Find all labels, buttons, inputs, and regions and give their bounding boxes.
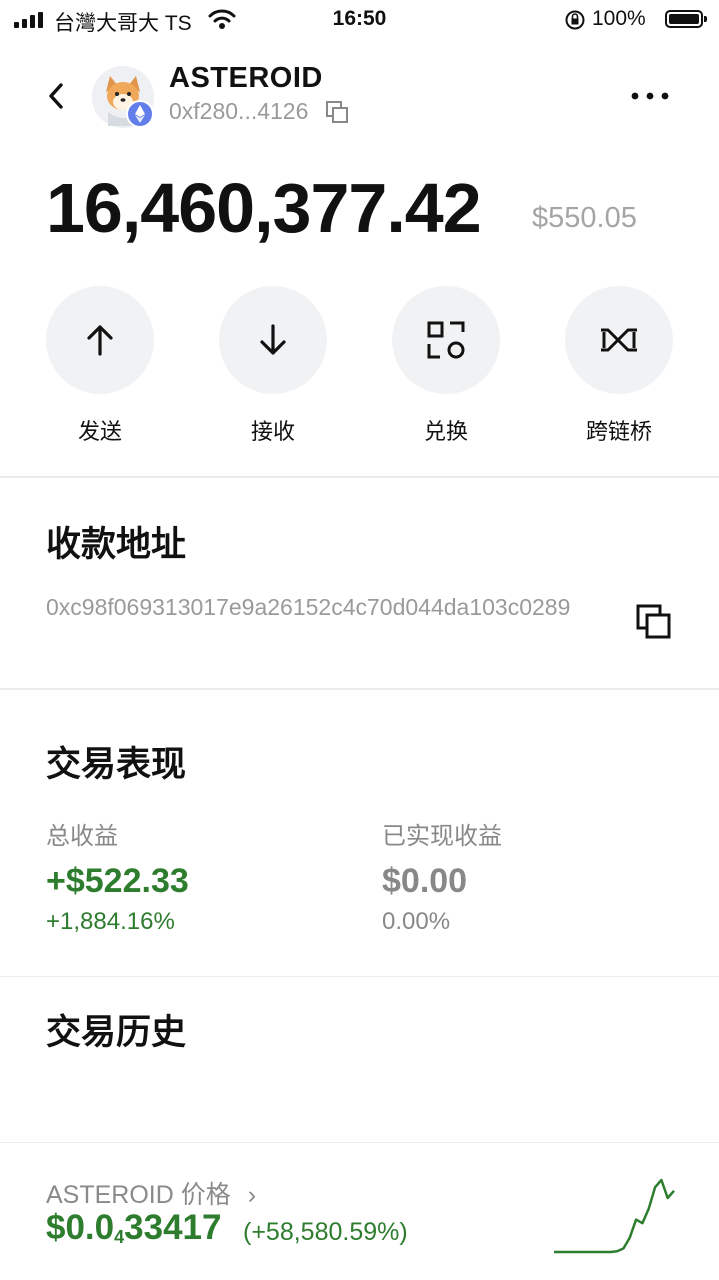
price-zero-count: 4 bbox=[114, 1227, 125, 1247]
chevron-right-icon: › bbox=[247, 1181, 257, 1209]
send-label: 发送 bbox=[77, 419, 122, 444]
price-digits: 33417 bbox=[124, 1208, 222, 1247]
arrow-up-icon bbox=[87, 325, 113, 356]
divider bbox=[0, 688, 719, 690]
balance-usd-value: $550.05 bbox=[532, 202, 637, 234]
receive-label: 接收 bbox=[250, 419, 295, 444]
receive-address-title: 收款地址 bbox=[46, 525, 187, 564]
price-prefix: $0.0 bbox=[46, 1208, 115, 1247]
divider bbox=[0, 976, 719, 977]
divider bbox=[0, 1142, 719, 1143]
token-balance: 16,460,377.42 bbox=[46, 169, 482, 247]
arrow-down-icon bbox=[260, 324, 286, 355]
chevron-left-icon[interactable] bbox=[44, 80, 70, 112]
bridge-label: 跨链桥 bbox=[585, 419, 652, 444]
bridge-icon bbox=[601, 328, 637, 352]
price-sparkline[interactable] bbox=[552, 1176, 678, 1256]
orientation-lock-icon bbox=[565, 10, 585, 30]
total-pnl-percent: +1,884.16% bbox=[46, 908, 175, 935]
price-label: ASTEROID 价格 bbox=[46, 1181, 231, 1209]
ethereum-chain-badge bbox=[126, 100, 154, 128]
send-button[interactable]: 发送 bbox=[46, 286, 154, 446]
more-horizontal-icon[interactable] bbox=[630, 82, 670, 110]
copy-address-icon[interactable] bbox=[636, 604, 672, 640]
receive-button[interactable]: 接收 bbox=[219, 286, 327, 446]
realized-pnl-percent: 0.00% bbox=[382, 908, 451, 935]
ethereum-icon bbox=[135, 105, 145, 123]
token-address: 0xf280...4126 bbox=[169, 98, 309, 124]
total-pnl-value: +$522.33 bbox=[46, 862, 189, 900]
realized-pnl-value: $0.00 bbox=[382, 862, 468, 900]
price-link[interactable]: ASTEROID 价格 › bbox=[46, 1175, 256, 1211]
total-pnl-label: 总收益 bbox=[46, 823, 118, 850]
swap-label: 兑换 bbox=[423, 419, 468, 444]
copy-icon[interactable] bbox=[325, 100, 349, 124]
receive-address[interactable]: 0xc98f069313017e9a26152c4c70d044da103c02… bbox=[46, 592, 596, 622]
sparkline-path bbox=[554, 1178, 675, 1254]
battery-icon bbox=[665, 10, 707, 28]
performance-title: 交易表现 bbox=[46, 745, 187, 784]
bridge-button[interactable]: 跨链桥 bbox=[565, 286, 673, 446]
battery-percent: 100% bbox=[592, 7, 646, 30]
divider bbox=[0, 476, 719, 478]
history-title: 交易历史 bbox=[46, 1013, 187, 1052]
swap-icon bbox=[427, 321, 465, 359]
swap-button[interactable]: 兑换 bbox=[392, 286, 500, 446]
token-name: ASTEROID bbox=[169, 62, 323, 94]
price-value: $0.0433417 bbox=[46, 1208, 221, 1248]
price-change: (+58,580.59%) bbox=[243, 1218, 408, 1246]
realized-pnl-label: 已实现收益 bbox=[382, 823, 502, 850]
status-bar: 台灣大哥大 TS 16:50 100% bbox=[0, 0, 719, 40]
